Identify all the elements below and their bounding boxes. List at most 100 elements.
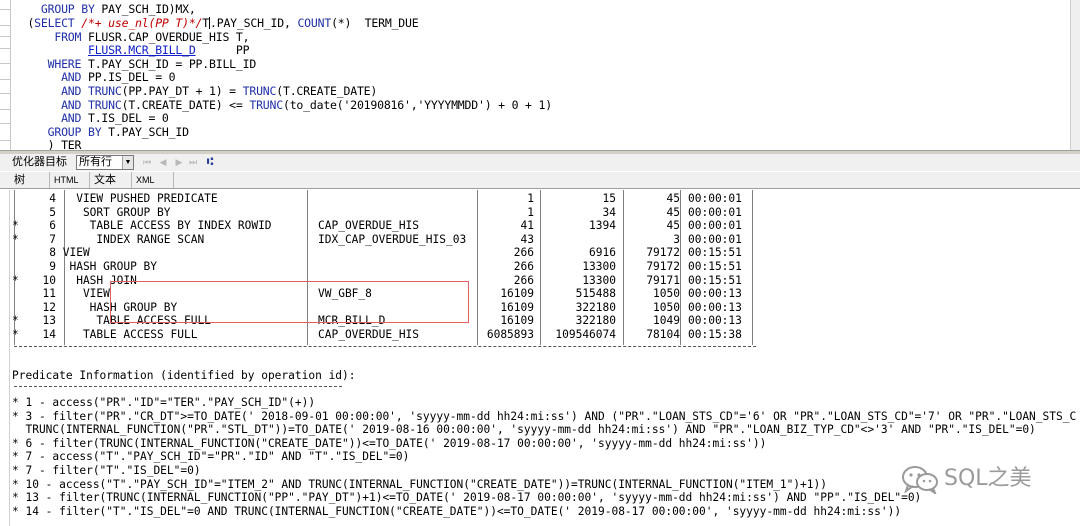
- optimizer-goal-select[interactable]: 所有行 ▼: [76, 155, 134, 170]
- sql-token: PP.IS_DEL = 0: [81, 70, 176, 84]
- tab-text[interactable]: 文本: [90, 172, 132, 188]
- plan-time: 00:00:13: [688, 287, 742, 301]
- tab-html[interactable]: HTML: [50, 172, 90, 188]
- sql-token: T: [202, 16, 210, 30]
- sql-line: AND TRUNC(PP.PAY_DT + 1) = TRUNC(T.CREAT…: [14, 84, 377, 98]
- plan-time: 00:00:13: [688, 300, 742, 314]
- plan-row: * 6 TABLE ACCESS BY INDEX ROWID CAP_OVERDU…: [12, 219, 772, 233]
- sql-token: (T.CREATE_DATE): [276, 84, 378, 98]
- highlight-box: [110, 281, 469, 323]
- plan-id: 14: [42, 328, 56, 341]
- plan-cost: 3: [673, 232, 680, 246]
- plan-operation: TABLE ACCESS FULL: [56, 328, 198, 341]
- plan-rows: 16109: [500, 314, 534, 328]
- sql-token: AND: [61, 98, 82, 112]
- sql-token: COUNT: [297, 16, 332, 30]
- plan-row: * 14 TABLE ACCESS FULL CAP_OVERDUE_HIS 6085…: [12, 328, 772, 342]
- sql-editor[interactable]: GROUP BY PAY_SCH_ID)MX, (SELECT /*+ use_…: [0, 0, 1080, 150]
- next-page-icon[interactable]: ▶: [174, 156, 184, 168]
- sql-token: TRUNC: [242, 84, 277, 98]
- last-page-icon[interactable]: ⏭: [188, 156, 198, 168]
- sql-token: WHERE: [47, 57, 82, 71]
- plan-time: 00:15:51: [688, 273, 742, 287]
- plan-operation: TABLE ACCESS BY INDEX ROWID: [56, 219, 272, 233]
- plan-id: 4: [49, 192, 56, 205]
- sql-token: PAY_SCH_ID)MX,: [94, 2, 196, 16]
- sql-token: GROUP BY: [40, 2, 95, 16]
- sql-line: AND PP.IS_DEL = 0: [14, 70, 176, 84]
- editor-gutter: [0, 0, 11, 150]
- plan-bytes: 13300: [582, 260, 616, 273]
- sql-line: (SELECT /*+ use_nl(PP T)*/T.PAY_SCH_ID, …: [14, 16, 418, 30]
- plan-row: 9 HASH GROUP BY 266 13300 79172 00:15:51: [12, 260, 772, 274]
- plan-time: 00:00:01: [688, 232, 742, 246]
- plan-time: 00:00:01: [688, 192, 742, 205]
- plan-id: 13: [42, 314, 56, 328]
- plan-predicate-mark: *: [12, 232, 19, 246]
- plan-time: 00:15:51: [688, 246, 742, 260]
- plan-rows: 266: [513, 246, 534, 260]
- optimizer-toolbar: 优化器目标 所有行 ▼ ⏮ ◀ ▶ ⏭ ⑆: [0, 154, 1080, 171]
- plan-bytes: 515488: [575, 287, 616, 301]
- editor-vertical-scrollbar[interactable]: [1070, 0, 1080, 150]
- plan-operation: INDEX RANGE SCAN: [56, 232, 205, 246]
- plan-bytes: 109546074: [555, 328, 616, 341]
- plan-row: 4 VIEW PUSHED PREDICATE 1 15 45 00:00:01: [12, 192, 772, 206]
- sql-line: GROUP BY PAY_SCH_ID)MX,: [14, 2, 196, 16]
- plan-cost: 79171: [646, 273, 680, 287]
- watermark: SQL之美: [900, 462, 1070, 496]
- sql-token: T.IS_DEL = 0: [81, 111, 169, 125]
- sql-token: .PAY_SCH_ID,: [210, 16, 298, 30]
- wechat-icon: [902, 466, 938, 494]
- plan-cost: 1050: [653, 287, 680, 301]
- first-page-icon[interactable]: ⏮: [142, 156, 152, 168]
- plan-cost: 45: [666, 219, 680, 233]
- sql-token: AND: [61, 84, 82, 98]
- predicate-line: * 10 - access("T"."PAY_SCH_ID"="ITEM_2" …: [12, 477, 827, 491]
- plan-predicate-mark: *: [12, 219, 19, 233]
- plan-row: * 7 INDEX RANGE SCAN IDX_CAP_OVERDUE_HIS_0…: [12, 233, 772, 247]
- tree-view-icon[interactable]: ⑆: [203, 155, 217, 169]
- chevron-down-icon[interactable]: ▼: [122, 156, 133, 169]
- plan-predicate-mark: *: [12, 328, 19, 341]
- plan-id: 12: [42, 300, 56, 314]
- sql-token: T.PAY_SCH_ID: [101, 125, 189, 139]
- plan-object-name: CAP_OVERDUE_HIS: [318, 219, 420, 233]
- plan-id: 11: [42, 287, 56, 301]
- sql-token: FROM: [54, 30, 82, 44]
- predicate-line: TRUNC(INTERNAL_FUNCTION("PR"."STL_DT"))=…: [12, 423, 1036, 437]
- plan-operation: VIEW: [56, 287, 110, 301]
- plan-time: 00:15:38: [688, 328, 742, 341]
- plan-id: 9: [49, 260, 56, 273]
- plan-bytes: 6916: [589, 246, 616, 260]
- output-tabs: 树 HTML 文本 XML: [0, 172, 1080, 189]
- plan-id: 7: [49, 232, 56, 246]
- tab-xml[interactable]: XML: [132, 172, 174, 188]
- sql-line: FROM FLUSR.CAP_OVERDUE_HIS T,: [14, 30, 249, 44]
- sql-token: (PP.PAY_DT + 1) =: [121, 84, 243, 98]
- sql-line: AND T.IS_DEL = 0: [14, 111, 169, 125]
- predicate-title: Predicate Information (identified by ope…: [12, 369, 356, 382]
- plan-cost: 45: [666, 205, 680, 219]
- plan-row: 5 SORT GROUP BY 1 34 45 00:00:01: [12, 206, 772, 220]
- plan-rows: 1: [527, 192, 534, 205]
- plan-bytes: 322180: [575, 314, 616, 328]
- plan-cost: 45: [666, 192, 680, 205]
- plan-rows: 6085893: [486, 328, 534, 341]
- prev-page-icon[interactable]: ◀: [158, 156, 168, 168]
- plan-operation: HASH GROUP BY: [56, 260, 158, 273]
- predicate-line: * 13 - filter(TRUNC(INTERNAL_FUNCTION("P…: [12, 491, 922, 505]
- plan-rows: 266: [513, 260, 534, 273]
- tab-tree[interactable]: 树: [10, 172, 50, 188]
- plan-bytes: 322180: [575, 300, 616, 314]
- sql-line: ) TER: [14, 138, 82, 150]
- predicate-underline: [14, 386, 342, 387]
